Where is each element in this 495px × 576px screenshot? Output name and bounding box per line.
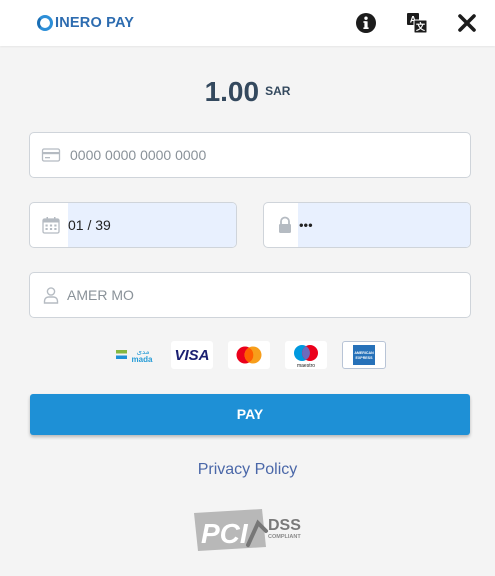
card-number-field[interactable]: 0000 0000 0000 0000 <box>29 132 471 178</box>
translate-icon[interactable]: A 文 <box>406 12 428 34</box>
expiry-field[interactable]: 01 / 39 <box>29 202 237 248</box>
visa-text: VISA <box>174 347 209 364</box>
cvv-autofill-bg <box>298 203 470 247</box>
lock-icon <box>279 216 291 233</box>
dss-text: DSS <box>268 517 301 534</box>
cvv-field[interactable]: ••• <box>263 202 471 248</box>
cardholder-name-field[interactable]: AMER MO <box>29 272 471 318</box>
svg-text:AMERICAN: AMERICAN <box>354 351 374 355</box>
currency-code: SAR <box>265 84 291 98</box>
calendar-icon <box>42 217 60 234</box>
accepted-cards: مدى mada VISA maestro AMERICAN EXPRESS <box>0 341 495 369</box>
card-number-input[interactable]: 0000 0000 0000 0000 <box>70 147 206 163</box>
logo-mark-icon <box>37 15 53 31</box>
user-icon <box>43 287 59 304</box>
svg-text:文: 文 <box>415 21 426 32</box>
privacy-policy-link[interactable]: Privacy Policy <box>0 461 495 479</box>
maestro-text: maestro <box>297 363 315 369</box>
cardholder-name-input[interactable]: AMER MO <box>67 287 134 303</box>
mada-text: mada <box>132 355 153 364</box>
close-icon[interactable] <box>456 12 478 34</box>
brand-name: INERO PAY <box>55 15 135 31</box>
amount-display: 1.00 SAR <box>0 76 495 108</box>
info-circle-icon[interactable] <box>355 12 377 34</box>
visa-logo: VISA <box>171 341 213 369</box>
maestro-logo: maestro <box>285 341 327 369</box>
amount-value: 1.00 <box>204 76 260 107</box>
header-bar: INERO PAY A 文 <box>0 0 495 46</box>
credit-card-icon <box>41 148 61 162</box>
brand-logo: INERO PAY <box>37 13 134 33</box>
cvv-input[interactable]: ••• <box>299 218 313 233</box>
compliant-text: COMPLIANT <box>268 534 301 540</box>
mada-logo: مدى mada <box>114 341 158 369</box>
expiry-input[interactable]: 01 / 39 <box>68 217 111 233</box>
pci-text: PCI <box>201 518 249 549</box>
pay-button[interactable]: PAY <box>30 394 470 435</box>
pci-dss-badge: PCI DSS COMPLIANT <box>194 509 301 551</box>
amex-logo: AMERICAN EXPRESS <box>342 341 386 369</box>
mastercard-logo <box>228 341 270 369</box>
svg-text:EXPRESS: EXPRESS <box>356 356 374 360</box>
